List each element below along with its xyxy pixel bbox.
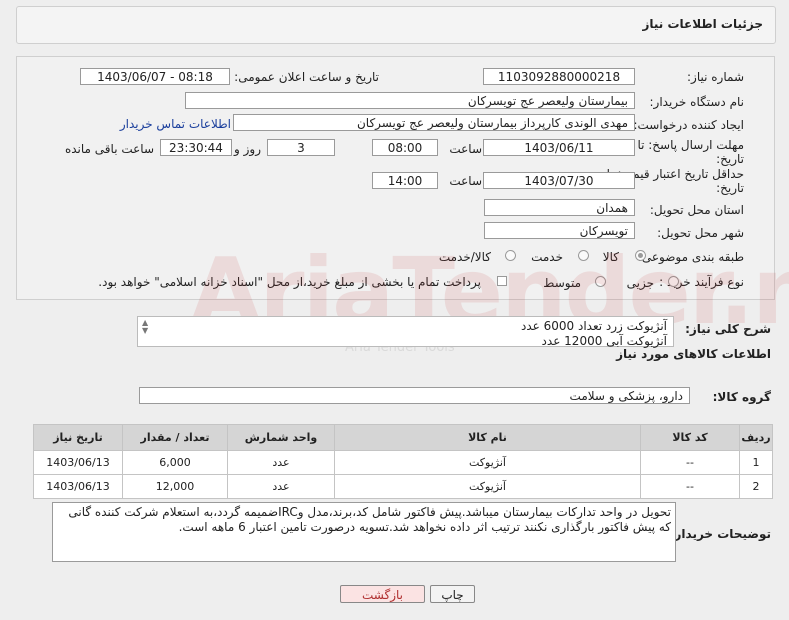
category-label: طبقه بندی موضوعی: [637, 250, 744, 264]
city-label: شهر محل تحویل: [657, 226, 744, 240]
treasury-payment-note: پرداخت تمام یا بخشی از مبلغ خرید،از محل … [98, 275, 481, 289]
category-goods-label: کالا [602, 250, 619, 264]
province-label: استان محل تحویل: [649, 203, 744, 217]
need-number-field: 1103092880000218 [483, 68, 635, 85]
page-title: جزئیات اطلاعات نیاز [642, 17, 763, 31]
province-field: همدان [484, 199, 635, 216]
deadline-time-field: 08:00 [372, 139, 438, 156]
goods-group-label: گروه کالا: [712, 390, 771, 404]
cell-quantity: 6,000 [122, 450, 228, 475]
deadline-label: مهلت ارسال پاسخ: تا [637, 138, 744, 152]
goods-section-title: اطلاعات کالاهای مورد نیاز [616, 347, 771, 361]
process-minor-radio[interactable] [668, 276, 679, 287]
days-field: 3 [267, 139, 335, 156]
cell-code: -- [640, 450, 740, 475]
print-button[interactable]: چاپ [430, 585, 475, 603]
cell-quantity: 12,000 [122, 474, 228, 499]
col-quantity: تعداد / مقدار [122, 424, 228, 451]
cell-need-date: 1403/06/13 [33, 450, 123, 475]
announce-datetime-field: 1403/06/07 - 08:18 [80, 68, 230, 85]
category-goods-radio[interactable] [635, 250, 646, 261]
requester-label: ایجاد کننده درخواست: [633, 118, 744, 132]
cell-name: آنژیوکت [334, 474, 641, 499]
cell-row: 2 [739, 474, 773, 499]
cell-unit: عدد [227, 474, 335, 499]
table-row[interactable]: 1 -- آنژیوکت عدد 6,000 1403/06/13 [33, 450, 773, 475]
contact-info-link[interactable]: اطلاعات تماس خریدار [120, 117, 231, 131]
buyer-notes-textarea[interactable]: تحویل در واحد تدارکات بیمارستان میباشد.پ… [52, 502, 676, 562]
validity-label-date: تاریخ: [716, 181, 744, 195]
col-name: نام کالا [334, 424, 641, 451]
validity-time-field: 14:00 [372, 172, 438, 189]
buyer-org-field: بیمارستان ولیعصر عج تویسرکان [185, 92, 635, 109]
goods-table: ردیف کد کالا نام کالا واحد شمارش تعداد /… [33, 424, 773, 499]
col-code: کد کالا [640, 424, 740, 451]
cell-need-date: 1403/06/13 [33, 474, 123, 499]
cell-unit: عدد [227, 450, 335, 475]
category-goods-service-label: کالا/خدمت [438, 250, 491, 264]
process-minor-label: جزیی [626, 276, 654, 290]
page-header: جزئیات اطلاعات نیاز [16, 6, 776, 44]
back-button[interactable]: بازگشت [340, 585, 425, 603]
remaining-time-field: 23:30:44 [160, 139, 232, 156]
category-service-label: خدمت [531, 250, 563, 264]
days-label: روز و [234, 142, 261, 156]
goods-table-header: ردیف کد کالا نام کالا واحد شمارش تعداد /… [33, 424, 773, 451]
city-field: تویسرکان [484, 222, 635, 239]
summary-textarea[interactable]: آنژیوکت زرد تعداد 6000 عدد آنژیوکت آبی 1… [137, 316, 674, 349]
goods-group-field: دارو، پزشکی و سلامت [139, 387, 690, 404]
remaining-label: ساعت باقی مانده [64, 142, 154, 156]
scroll-down-icon[interactable]: ▼ [142, 326, 148, 335]
buyer-notes-label: توضیحات خریدار: [669, 527, 771, 541]
deadline-label-date: تاریخ: [716, 152, 744, 166]
process-medium-label: متوسط [543, 276, 581, 290]
validity-time-label: ساعت [449, 174, 482, 188]
table-row[interactable]: 2 -- آنژیوکت عدد 12,000 1403/06/13 [33, 474, 773, 499]
requester-field: مهدی الوندی کارپرداز بیمارستان ولیعصر عج… [233, 114, 635, 131]
cell-code: -- [640, 474, 740, 499]
validity-date-field: 1403/07/30 [483, 172, 635, 189]
col-row: ردیف [739, 424, 773, 451]
summary-label: شرح کلی نیاز: [685, 322, 771, 336]
process-medium-radio[interactable] [595, 276, 606, 287]
treasury-payment-checkbox[interactable] [497, 276, 507, 286]
announce-label: تاریخ و ساعت اعلان عمومی: [234, 70, 379, 84]
cell-name: آنژیوکت [334, 450, 641, 475]
need-number-label: شماره نیاز: [687, 70, 744, 84]
buyer-notes-text: تحویل در واحد تدارکات بیمارستان میباشد.پ… [68, 505, 671, 534]
category-goods-service-radio[interactable] [505, 250, 516, 261]
deadline-date-field: 1403/06/11 [483, 139, 635, 156]
deadline-time-label: ساعت [449, 142, 482, 156]
buyer-org-label: نام دستگاه خریدار: [649, 95, 745, 109]
summary-text: آنژیوکت زرد تعداد 6000 عدد آنژیوکت آبی 1… [521, 319, 667, 349]
cell-row: 1 [739, 450, 773, 475]
summary-line-1: آنژیوکت زرد تعداد 6000 عدد [521, 319, 667, 333]
category-service-radio[interactable] [578, 250, 589, 261]
col-need-date: تاریخ نیاز [33, 424, 123, 451]
col-unit: واحد شمارش [227, 424, 335, 451]
